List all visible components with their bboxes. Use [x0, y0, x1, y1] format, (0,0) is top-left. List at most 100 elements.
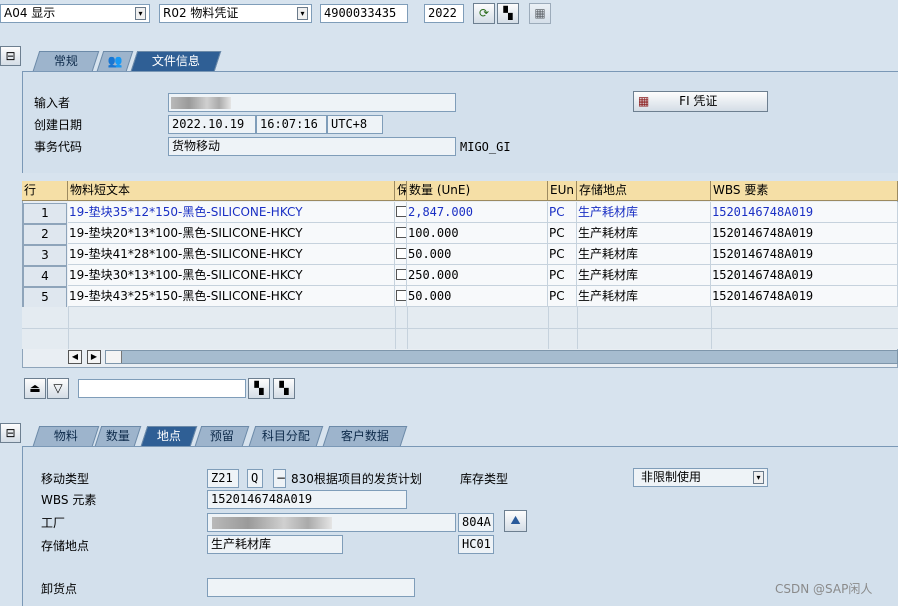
table-divider	[577, 307, 578, 349]
year-input[interactable]: 2022	[424, 4, 464, 23]
tcode: MIGO_GI	[460, 140, 511, 154]
col-wbs[interactable]: WBS 要素	[711, 181, 898, 201]
cell-sloc: 生产耗材库	[577, 244, 711, 265]
cell-eun: PC	[548, 202, 577, 223]
binoculars-icon: ▚	[503, 6, 513, 20]
row-selector[interactable]: 5	[23, 287, 67, 308]
cell-qty: 2,847.000	[407, 202, 548, 223]
tcode-desc: 货物移动	[168, 137, 456, 156]
table-search-input[interactable]	[78, 379, 246, 398]
execute-button[interactable]: ⟳	[473, 3, 495, 24]
fi-document-label: FI 凭证	[679, 94, 718, 108]
binoculars-next-icon: ▚	[279, 381, 289, 395]
cell-text: 19-垫块30*13*100-黑色-SILICONE-HKCY	[68, 265, 395, 286]
scroll-thumb[interactable]	[106, 351, 122, 363]
scroll-left-button[interactable]: ◀	[68, 350, 82, 364]
col-qty[interactable]: 数量 (UnE)	[407, 181, 548, 201]
delete-row-button[interactable]: ⏏	[24, 378, 46, 399]
stock-type-value: 非限制使用	[641, 470, 702, 484]
cell-text: 19-垫块20*13*100-黑色-SILICONE-HKCY	[68, 223, 395, 244]
movement-type-label: 移动类型	[41, 472, 90, 486]
ref-doc-select[interactable]: R02 物料凭证 ▾	[159, 4, 312, 23]
row-selector[interactable]: 4	[23, 266, 67, 287]
horizontal-scrollbar[interactable]	[105, 350, 898, 364]
row-selector[interactable]: 1	[23, 203, 67, 224]
collapse-item-button[interactable]: ⊟	[0, 423, 21, 443]
collapse-header-button[interactable]: ⊟	[0, 46, 21, 66]
cell-keep[interactable]	[395, 223, 407, 244]
action-value: A04 显示	[4, 6, 56, 20]
cell-wbs: 1520146748A019	[711, 265, 898, 286]
keep-checkbox[interactable]	[396, 206, 406, 217]
cell-eun: PC	[548, 286, 577, 307]
search-button[interactable]: ▚	[497, 3, 519, 24]
tab-quantity[interactable]: 数量	[94, 426, 142, 446]
cell-eun: PC	[548, 223, 577, 244]
movement-desc: 830根据项目的发货计划	[291, 472, 422, 486]
dropdown-icon[interactable]: ▾	[753, 471, 764, 484]
tab-customer-data[interactable]: 客户数据	[322, 426, 408, 446]
execute-icon: ⟳	[478, 6, 490, 20]
col-sloc[interactable]: 存储地点	[577, 181, 711, 201]
stock-type-label: 库存类型	[460, 472, 509, 486]
movement-sign: −	[273, 469, 286, 488]
plant-name-field	[207, 513, 456, 532]
entered-by-label: 输入者	[34, 96, 71, 110]
cell-eun: PC	[548, 265, 577, 286]
table-divider	[548, 307, 549, 349]
fi-document-button[interactable]: ▦ FI 凭证	[633, 91, 768, 112]
cell-text: 19-垫块41*28*100-黑色-SILICONE-HKCY	[68, 244, 395, 265]
stock-type-select[interactable]: 非限制使用 ▾	[633, 468, 768, 487]
table-divider	[711, 307, 712, 349]
plant-address-button[interactable]: ⛰	[504, 510, 527, 532]
action-select[interactable]: A04 显示 ▾	[0, 4, 150, 23]
row-selector[interactable]: 3	[23, 245, 67, 266]
keep-checkbox[interactable]	[396, 290, 406, 301]
cell-keep[interactable]	[395, 244, 407, 265]
find-button[interactable]: ▚	[248, 378, 270, 399]
layout-button[interactable]: ▦	[529, 3, 551, 24]
tab-material[interactable]: 物料	[32, 426, 100, 446]
tab-doc-info[interactable]: 文件信息	[130, 51, 222, 71]
cell-qty: 50.000	[407, 286, 548, 307]
sloc-code-field: HC01	[458, 535, 494, 554]
col-row[interactable]: 行	[22, 181, 68, 201]
cell-keep[interactable]	[395, 265, 407, 286]
col-eun[interactable]: EUn	[548, 181, 577, 201]
cell-keep[interactable]	[395, 202, 407, 223]
tab-location[interactable]: 地点	[140, 426, 198, 446]
tab-partner[interactable]: 👥	[96, 51, 134, 71]
tab-general[interactable]: 常规	[32, 51, 100, 71]
cell-sloc: 生产耗材库	[577, 286, 711, 307]
cell-wbs: 1520146748A019	[711, 286, 898, 307]
keep-checkbox[interactable]	[396, 248, 406, 259]
dropdown-icon[interactable]: ▾	[297, 7, 308, 20]
doc-tab-strip: 常规 👥 文件信息	[22, 51, 242, 71]
dropdown-icon[interactable]: ▾	[135, 7, 146, 20]
delete-icon: ⏏	[29, 381, 41, 395]
plant-label: 工厂	[41, 516, 66, 530]
keep-checkbox[interactable]	[396, 269, 406, 280]
row-selector[interactable]: 2	[23, 224, 67, 245]
cell-qty: 100.000	[407, 223, 548, 244]
sloc-label: 存储地点	[41, 539, 90, 553]
scroll-right-button[interactable]: ▶	[87, 350, 101, 364]
grid-icon: ▦	[534, 6, 546, 20]
filter-icon: ▽	[53, 381, 63, 395]
filter-button[interactable]: ▽	[47, 378, 69, 399]
wbs-field: 1520146748A019	[207, 490, 407, 509]
cell-keep[interactable]	[395, 286, 407, 307]
wbs-label: WBS 元素	[41, 493, 97, 507]
unload-point-field	[207, 578, 415, 597]
col-text[interactable]: 物料短文本	[68, 181, 395, 201]
tab-account-assignment[interactable]: 科目分配	[248, 426, 324, 446]
find-next-button[interactable]: ▚	[273, 378, 295, 399]
keep-checkbox[interactable]	[396, 227, 406, 238]
tab-reservation[interactable]: 预留	[194, 426, 250, 446]
created-time: 16:07:16	[256, 115, 327, 134]
redacted-text	[212, 517, 332, 529]
address-icon: ⛰	[510, 513, 521, 527]
col-keep[interactable]: 保	[395, 181, 407, 201]
entered-by-field	[168, 93, 456, 112]
doc-number-input[interactable]: 4900033435	[320, 4, 408, 23]
